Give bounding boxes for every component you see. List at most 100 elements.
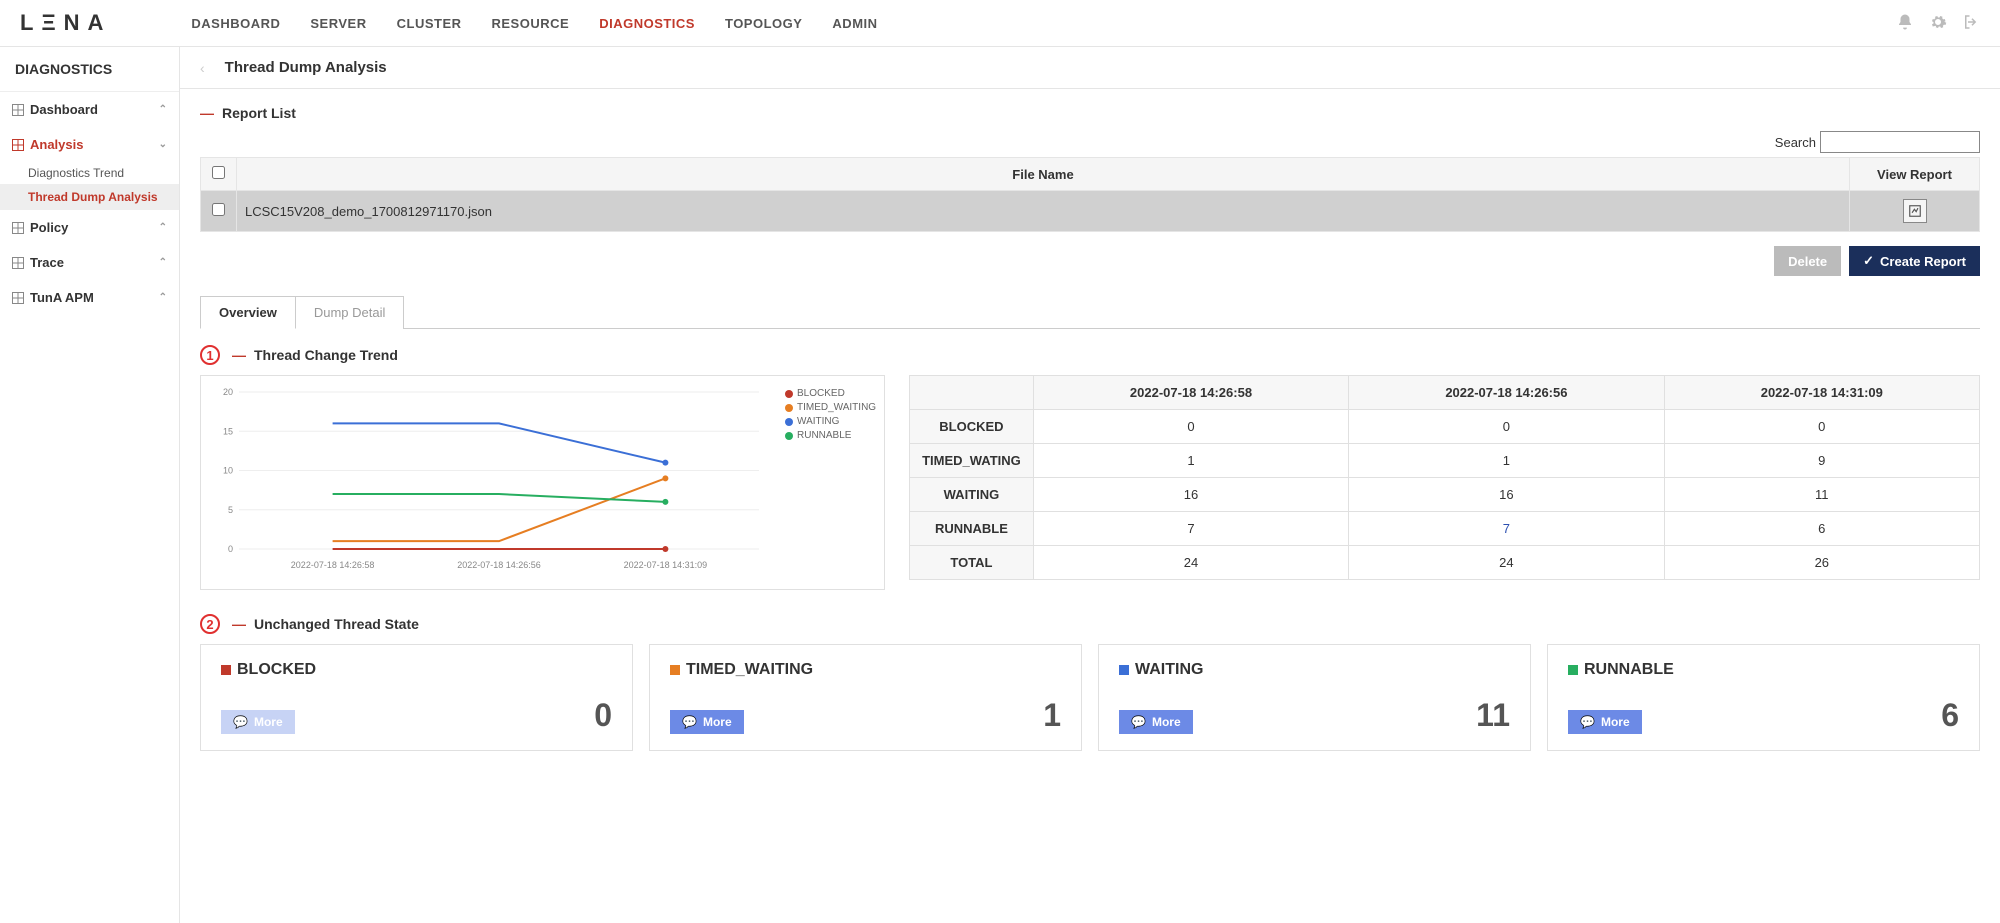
- row-checkbox[interactable]: [212, 203, 225, 216]
- trend-table-link[interactable]: 7: [1503, 521, 1510, 536]
- trend-table-cell: 9: [1664, 444, 1979, 478]
- legend-item-blocked: BLOCKED: [785, 388, 876, 399]
- nav-item-diagnostics[interactable]: DIAGNOSTICS: [599, 16, 695, 31]
- card-value: 1: [1043, 697, 1061, 734]
- tab-dump-detail[interactable]: Dump Detail: [296, 296, 405, 329]
- legend-item-timed_waiting: TIMED_WAITING: [785, 402, 876, 413]
- bell-icon[interactable]: [1896, 13, 1914, 34]
- card-title: RUNNABLE: [1568, 661, 1959, 679]
- trend-table-cell: 0: [1349, 410, 1664, 444]
- speech-icon: 💬: [233, 715, 248, 729]
- annotation-badge-1: 1: [200, 345, 220, 365]
- logout-icon[interactable]: [1962, 13, 1980, 34]
- report-list-title: Report List: [222, 105, 296, 121]
- status-square-icon: [670, 665, 680, 675]
- back-icon[interactable]: ‹: [200, 60, 205, 76]
- nav-item-admin[interactable]: ADMIN: [832, 16, 877, 31]
- trend-table-cell: 0: [1664, 410, 1979, 444]
- trend-table-cell: 1: [1349, 444, 1664, 478]
- status-square-icon: [1119, 665, 1129, 675]
- svg-text:5: 5: [228, 505, 233, 515]
- sidebar-item-dashboard[interactable]: Dashboard⌃: [0, 92, 179, 127]
- trend-table-cell: 24: [1033, 546, 1348, 580]
- cards-row: BLOCKED💬More0TIMED_WAITING💬More1WAITING💬…: [200, 644, 1980, 751]
- trend-table-cell: 7: [1349, 512, 1664, 546]
- sidebar-title: DIAGNOSTICS: [0, 47, 179, 92]
- page-title: Thread Dump Analysis: [225, 59, 387, 76]
- dash-icon: —: [232, 347, 246, 363]
- file-name-cell: LCSC15V208_demo_1700812971170.json: [237, 191, 1850, 232]
- trend-table-row-label: BLOCKED: [910, 410, 1034, 444]
- trend-table-row-label: TIMED_WATING: [910, 444, 1034, 478]
- chart-box: 051015202022-07-18 14:26:582022-07-18 14…: [200, 375, 885, 590]
- trend-table-cell: 16: [1349, 478, 1664, 512]
- card-value: 0: [594, 697, 612, 734]
- sidebar-item-tuna-apm[interactable]: TunA APM⌃: [0, 280, 179, 315]
- nav-item-cluster[interactable]: CLUSTER: [397, 16, 462, 31]
- trend-table-col: 2022-07-18 14:31:09: [1664, 376, 1979, 410]
- card-value: 11: [1476, 697, 1510, 734]
- nav-item-resource[interactable]: RESOURCE: [492, 16, 570, 31]
- trend-header: 1 — Thread Change Trend: [200, 345, 1980, 365]
- more-button[interactable]: 💬More: [1568, 710, 1642, 734]
- delete-button[interactable]: Delete: [1774, 246, 1841, 276]
- dash-icon: —: [200, 105, 214, 121]
- svg-text:2022-07-18 14:31:09: 2022-07-18 14:31:09: [624, 560, 708, 570]
- svg-text:15: 15: [223, 426, 233, 436]
- speech-icon: 💬: [1580, 715, 1595, 729]
- trend-table-col: 2022-07-18 14:26:58: [1033, 376, 1348, 410]
- more-button[interactable]: 💬More: [670, 710, 744, 734]
- sidebar-subitem-diagnostics-trend[interactable]: Diagnostics Trend: [0, 162, 179, 184]
- legend-item-waiting: WAITING: [785, 416, 876, 427]
- search-row: Search: [200, 131, 1980, 153]
- more-button: 💬More: [221, 710, 295, 734]
- trend-table-cell: 6: [1664, 512, 1979, 546]
- sidebar-item-trace[interactable]: Trace⌃: [0, 245, 179, 280]
- topbar: LΞNA DASHBOARD SERVER CLUSTER RESOURCE DIAGN…: [0, 0, 2000, 47]
- trend-table-col: 2022-07-18 14:26:56: [1349, 376, 1664, 410]
- logo: LΞNA: [20, 10, 111, 36]
- search-input[interactable]: [1820, 131, 1980, 153]
- report-table: File Name View Report LCSC15V208_demo_17…: [200, 157, 1980, 232]
- trend-row: 051015202022-07-18 14:26:582022-07-18 14…: [200, 375, 1980, 590]
- sidebar-item-policy[interactable]: Policy⌃: [0, 210, 179, 245]
- trend-table-row-label: RUNNABLE: [910, 512, 1034, 546]
- speech-icon: 💬: [682, 715, 697, 729]
- tab-overview[interactable]: Overview: [200, 296, 296, 329]
- nav-item-server[interactable]: SERVER: [310, 16, 366, 31]
- col-view-report: View Report: [1850, 158, 1980, 191]
- sidebar-item-analysis[interactable]: Analysis⌄: [0, 127, 179, 162]
- unchanged-title: Unchanged Thread State: [254, 616, 419, 632]
- speech-icon: 💬: [1131, 715, 1146, 729]
- tabs: OverviewDump Detail: [200, 296, 1980, 329]
- trend-table-cell: 26: [1664, 546, 1979, 580]
- view-report-button[interactable]: [1903, 199, 1927, 223]
- action-row: Delete ✓ Create Report: [200, 246, 1980, 276]
- state-card-blocked: BLOCKED💬More0: [200, 644, 633, 751]
- trend-table-cell: 0: [1033, 410, 1348, 444]
- nav-item-dashboard[interactable]: DASHBOARD: [191, 16, 280, 31]
- nav-item-topology[interactable]: TOPOLOGY: [725, 16, 802, 31]
- unchanged-header: 2 — Unchanged Thread State: [200, 614, 1980, 634]
- state-card-timed_waiting: TIMED_WAITING💬More1: [649, 644, 1082, 751]
- sidebar: DIAGNOSTICS Dashboard⌃Analysis⌄Diagnosti…: [0, 47, 180, 923]
- trend-title: Thread Change Trend: [254, 347, 398, 363]
- select-all-checkbox[interactable]: [212, 166, 225, 179]
- svg-text:2022-07-18 14:26:56: 2022-07-18 14:26:56: [457, 560, 541, 570]
- gear-icon[interactable]: [1929, 13, 1947, 34]
- table-row[interactable]: LCSC15V208_demo_1700812971170.json: [201, 191, 1980, 232]
- create-report-button[interactable]: ✓ Create Report: [1849, 246, 1980, 276]
- svg-text:20: 20: [223, 387, 233, 397]
- check-icon: ✓: [1863, 253, 1874, 269]
- sidebar-subitem-thread-dump-analysis[interactable]: Thread Dump Analysis: [0, 184, 179, 210]
- trend-table: 2022-07-18 14:26:582022-07-18 14:26:5620…: [909, 375, 1980, 580]
- breadcrumb: ‹ Thread Dump Analysis: [180, 47, 2000, 89]
- svg-text:10: 10: [223, 466, 233, 476]
- chart-legend: BLOCKEDTIMED_WAITINGWAITINGRUNNABLE: [769, 384, 876, 577]
- annotation-badge-2: 2: [200, 614, 220, 634]
- state-card-runnable: RUNNABLE 💬More 6: [1547, 644, 1980, 751]
- report-list-header: — Report List: [200, 105, 1980, 121]
- more-button[interactable]: 💬More: [1119, 710, 1193, 734]
- card-value: 6: [1941, 697, 1959, 734]
- topbar-icons: [1896, 13, 1980, 34]
